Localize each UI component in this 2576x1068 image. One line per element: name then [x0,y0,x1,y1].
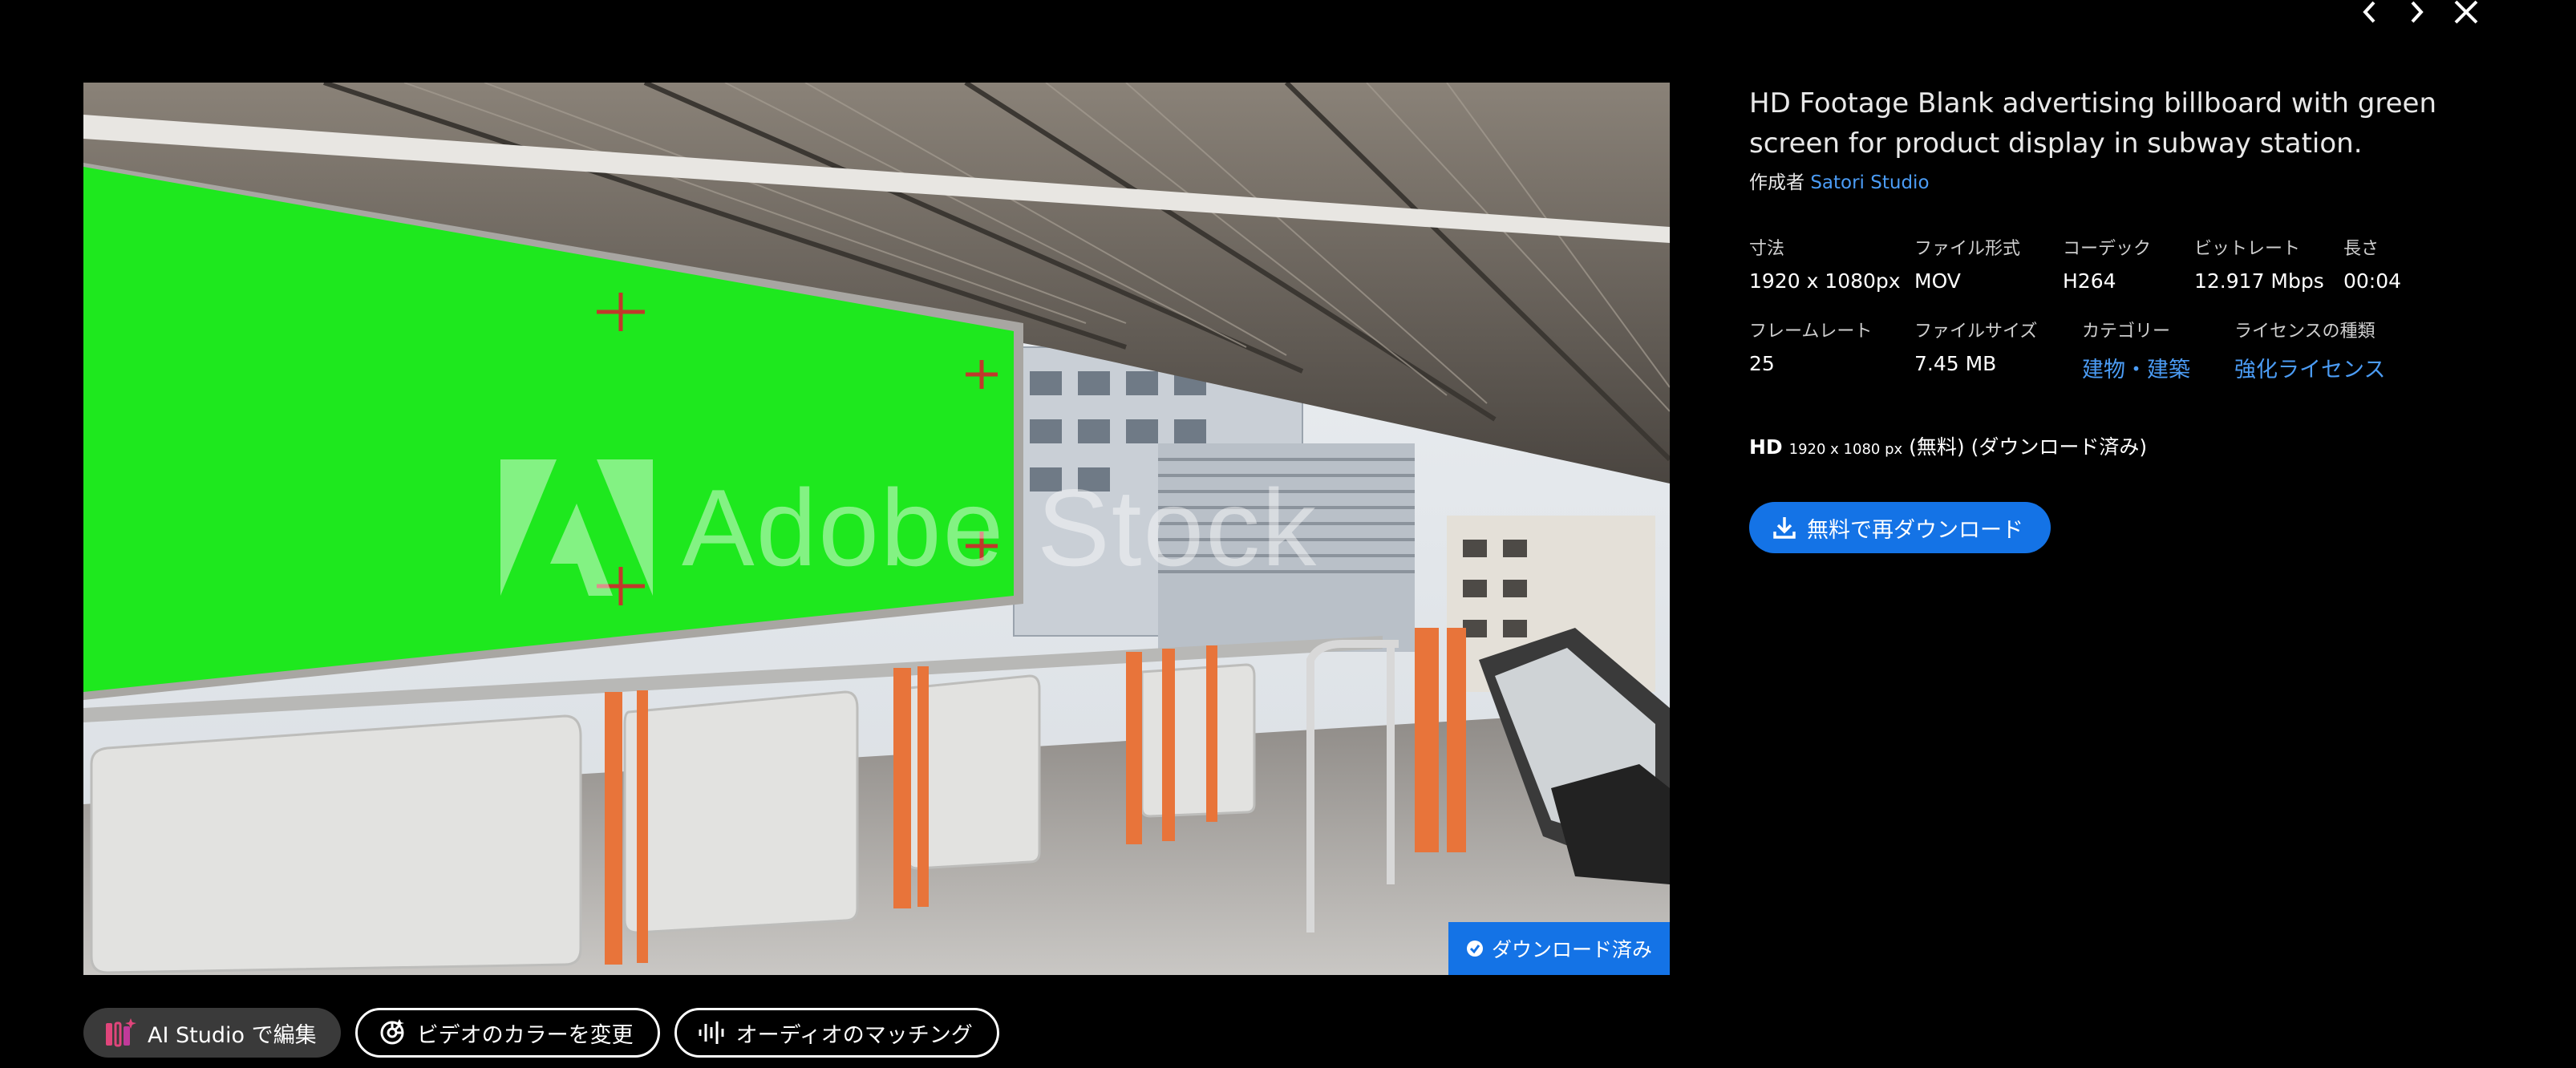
spec-codec: コーデック H264 [2063,234,2194,293]
ai-studio-icon [106,1018,136,1047]
hd-label: HD [1749,435,1783,459]
spec-value: 1920 x 1080px [1749,269,1901,293]
spec-label: 寸法 [1749,239,1785,259]
audio-waveform-icon [699,1021,724,1044]
spec-value: MOV [1914,269,1961,293]
category-link[interactable]: 建物・建築 [2082,352,2234,383]
spec-license-type: ライセンスの種類 強化ライセンス [2234,317,2385,383]
audio-matching-button[interactable]: オーディオのマッチング [674,1008,999,1058]
spec-value: 12.917 Mbps [2194,269,2324,293]
asset-title: HD Footage Blank advertising billboard w… [1749,87,2436,160]
spec-label: カテゴリー [2082,322,2171,342]
spec-label: ファイル形式 [1914,239,2021,259]
spec-file-size: ファイルサイズ 7.45 MB [1914,317,2082,383]
download-icon [1773,517,1796,539]
spec-value: 25 [1749,352,1775,375]
video-preview[interactable]: Adobe Stock ダウンロード済み [83,83,1670,975]
spec-label: コーデック [2063,239,2152,259]
preview-scene [83,83,1670,975]
hd-resolution: 1920 x 1080 px [1788,441,1903,458]
author-prefix: 作成者 [1749,172,1804,193]
spec-label: ビットレート [2194,239,2301,259]
chevron-left-icon [2363,1,2376,23]
spec-label: 長さ [2343,239,2380,259]
spec-bitrate: ビットレート 12.917 Mbps [2194,234,2343,293]
spec-label: フレームレート [1749,322,1873,342]
spec-label: ライセンスの種類 [2234,322,2376,342]
change-video-color-button[interactable]: ビデオのカラーを変更 [354,1008,660,1058]
next-button[interactable] [2396,0,2436,32]
color-wheel-icon [380,1019,404,1045]
downloaded-badge: ダウンロード済み [1448,922,1670,975]
viewer-navigation [2350,0,2486,32]
spec-duration: 長さ 00:04 [2343,234,2401,293]
license-type-link[interactable]: 強化ライセンス [2234,352,2385,383]
check-circle-icon [1466,941,1483,957]
author-line: 作成者 Satori Studio [1749,167,2495,194]
spec-value: 7.45 MB [1914,352,1997,375]
download-size-option: HD 1920 x 1080 px (無料) (ダウンロード済み) [1749,431,2495,460]
spec-value: 00:04 [2343,269,2402,293]
asset-info-panel: HD Footage Blank advertising billboard w… [1749,83,2495,553]
ai-studio-edit-label: AI Studio で編集 [148,1022,317,1048]
hd-status: (無料) (ダウンロード済み) [1909,435,2148,459]
spec-dimensions: 寸法 1920 x 1080px [1749,234,1914,293]
close-icon [2454,0,2478,24]
spec-category: カテゴリー 建物・建築 [2082,317,2234,383]
ai-studio-edit-button[interactable]: AI Studio で編集 [83,1008,341,1058]
redownload-button[interactable]: 無料で再ダウンロード [1749,502,2051,553]
author-link[interactable]: Satori Studio [1810,172,1929,193]
redownload-label: 無料で再ダウンロード [1807,517,2023,543]
previous-button[interactable] [2350,0,2390,32]
spec-label: ファイルサイズ [1914,322,2038,342]
close-button[interactable] [2446,0,2486,32]
audio-matching-label: オーディオのマッチング [735,1022,973,1048]
change-video-color-label: ビデオのカラーを変更 [416,1022,634,1048]
downloaded-badge-label: ダウンロード済み [1491,938,1652,961]
preview-actions: AI Studio で編集 ビデオのカラーを変更 オーディオのマッチング [83,1008,999,1058]
spec-file-format: ファイル形式 MOV [1914,234,2063,293]
chevron-right-icon [2411,1,2424,23]
spec-frame-rate: フレームレート 25 [1749,317,1914,383]
spec-row-2: フレームレート 25 ファイルサイズ 7.45 MB カテゴリー 建物・建築 ラ… [1749,317,2495,383]
spec-row-1: 寸法 1920 x 1080px ファイル形式 MOV コーデック H264 ビ… [1749,234,2495,293]
spec-value: H264 [2063,269,2116,293]
